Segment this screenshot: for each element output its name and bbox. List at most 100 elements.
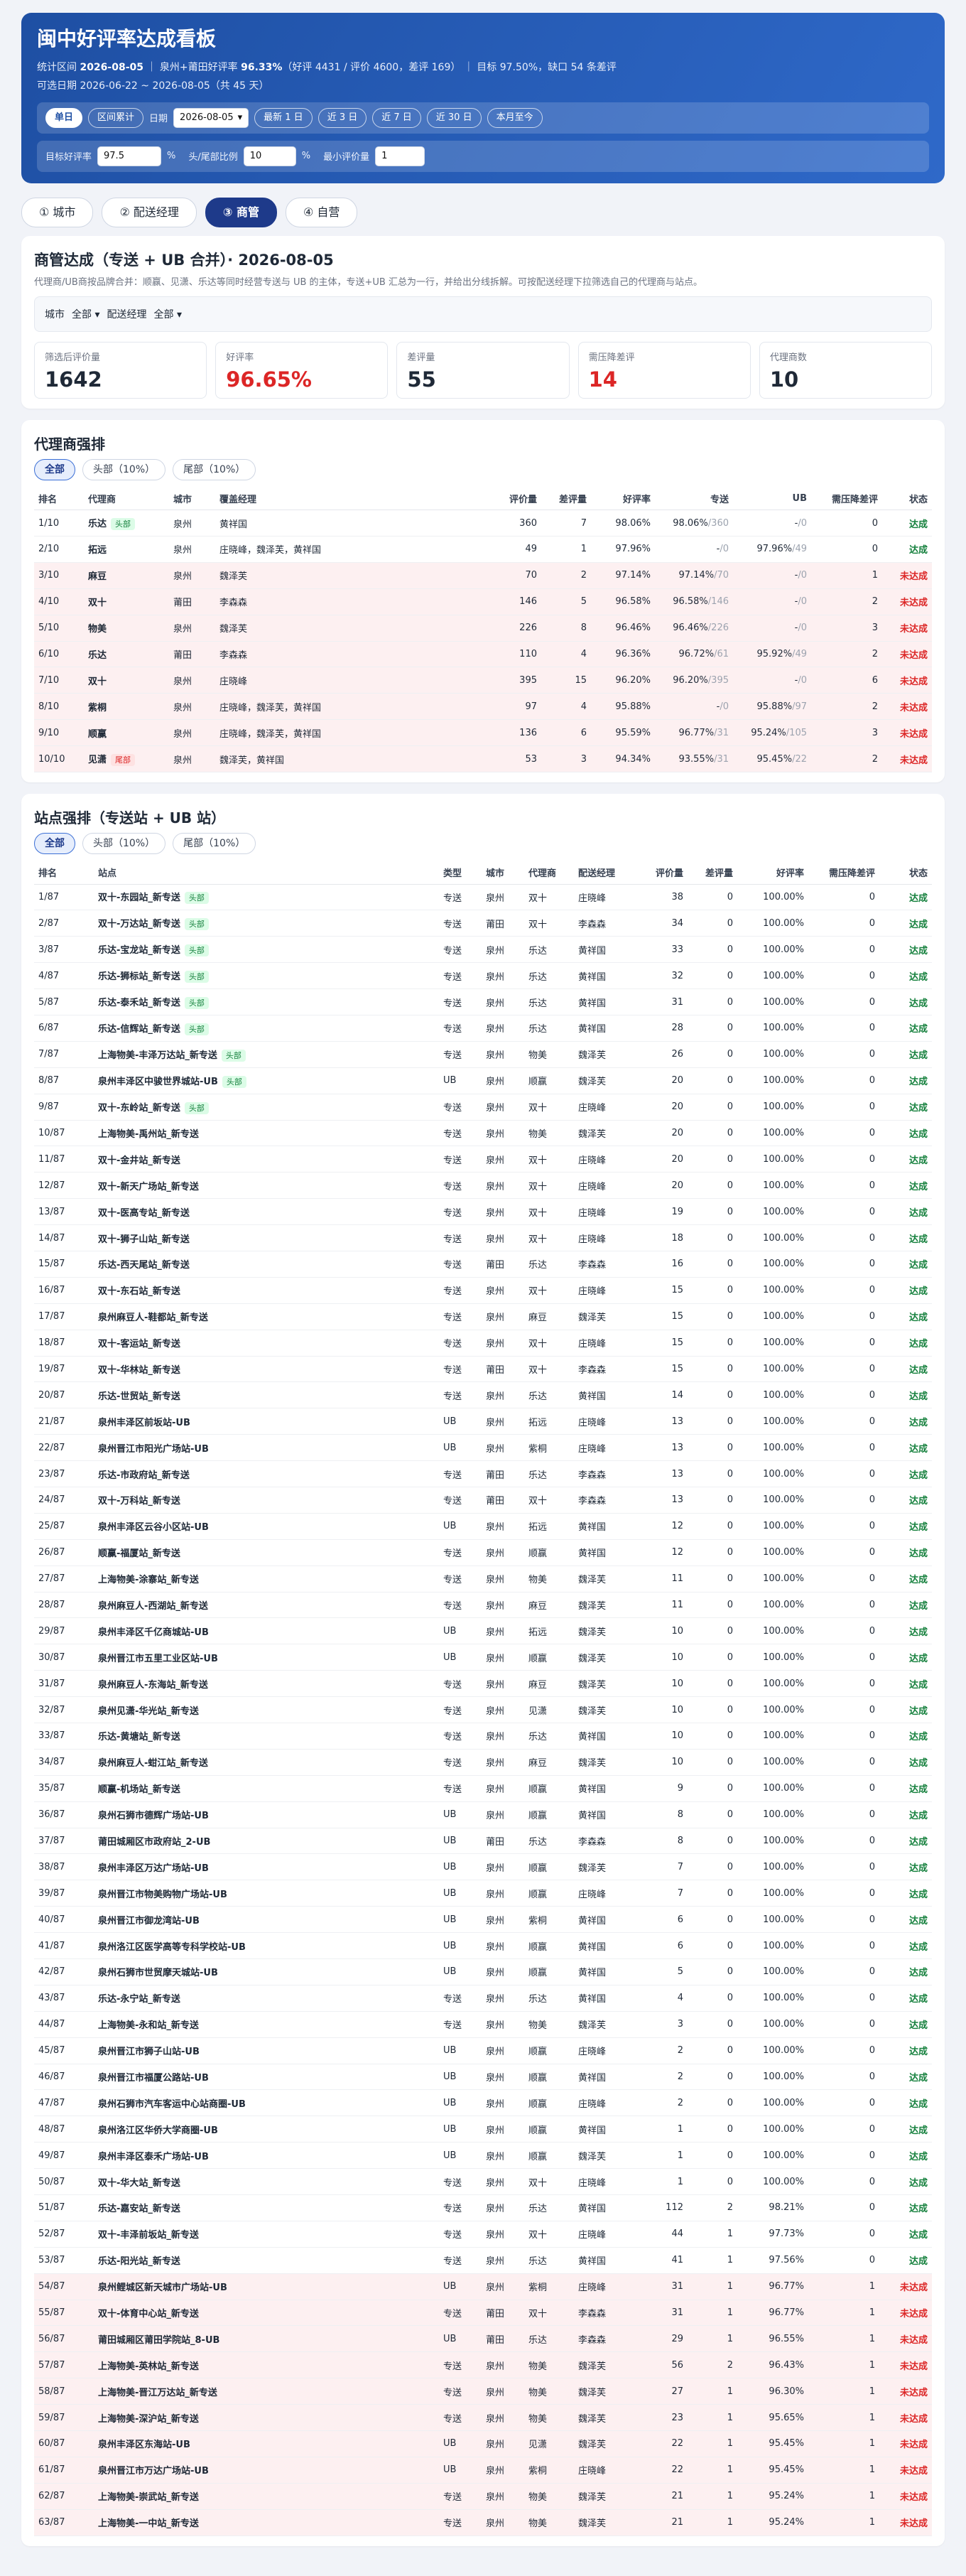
- tab-delivery-manager[interactable]: ② 配送经理: [102, 197, 197, 227]
- table-row[interactable]: 47/87 泉州石狮市汽车客运中心站商圈-UB UB 泉州 顺赢 庄晓峰 2 0 100.00%…: [34, 2089, 932, 2117]
- col-agent[interactable]: 代理商: [84, 487, 169, 511]
- table-row[interactable]: 58/87 上海物美-晋江万达站_新专送 专送 泉州 物美 魏泽芙 27 1 96.30% 1 未达…: [34, 2378, 932, 2405]
- table-row[interactable]: 45/87 泉州晋江市狮子山站-UB UB 泉州 顺赢 庄晓峰 2 0 100.00% 0 达成: [34, 2037, 932, 2064]
- table-row[interactable]: 43/87 乐达-永宁站_新专送 专送 泉州 乐达 黄祥国 4 0 100.00% 0 达成: [34, 1985, 932, 2012]
- table-row[interactable]: 28/87 泉州麻豆人-西湖站_新专送 专送 泉州 麻豆 魏泽芙 11 0 100.00% 0 达成: [34, 1592, 932, 1619]
- quick-3-days-button[interactable]: 近 3 日: [318, 107, 367, 128]
- table-row[interactable]: 26/87 顺赢-福厦站_新专送 专送 泉州 顺赢 黄祥国 12 0 100.00% 0 达成: [34, 1539, 932, 1566]
- table-row[interactable]: 4/87 乐达-狮标站_新专送 头部 专送 泉州 乐达 黄祥国 32 0 100.00% 0 达成: [34, 962, 932, 990]
- table-row[interactable]: 7/10 双十 泉州 庄晓峰 395 15 96.20% 96.20%/395 -/0 6 未达成: [34, 667, 932, 694]
- table-row[interactable]: 44/87 上海物美-永和站_新专送 专送 泉州 物美 魏泽芙 3 0 100.00% 0 达成: [34, 2011, 932, 2038]
- table-row[interactable]: 33/87 乐达-黄塘站_新专送 专送 泉州 乐达 黄祥国 10 0 100.00% 0 达成: [34, 1723, 932, 1750]
- table-row[interactable]: 46/87 泉州晋江市福厦公路站-UB UB 泉州 顺赢 黄祥国 2 0 100.00% 0 达成: [34, 2064, 932, 2091]
- table-row[interactable]: 6/10 乐达 莆田 李森森 110 4 96.36% 96.72%/61 95.92%/49 2…: [34, 641, 932, 668]
- table-row[interactable]: 29/87 泉州丰泽区千亿商城站-UB UB 泉州 拓远 魏泽芙 10 0 100.00% 0 达成: [34, 1617, 932, 1645]
- mode-single-button[interactable]: 单日: [45, 107, 83, 128]
- table-row[interactable]: 2/87 双十-万达站_新专送 头部 专送 莆田 双十 李森森 34 0 100.00% 0 达成: [34, 910, 932, 937]
- table-row[interactable]: 8/87 泉州丰泽区中骏世界城站-UB 头部 UB 泉州 顺赢 魏泽芙 20 0 100.00% 0…: [34, 1067, 932, 1094]
- col-bad[interactable]: 差评量: [688, 861, 737, 885]
- col-ub[interactable]: UB: [733, 487, 811, 511]
- table-row[interactable]: 62/87 上海物美-崇武站_新专送 专送 泉州 物美 魏泽芙 21 1 95.24% 1 未达成: [34, 2483, 932, 2510]
- table-row[interactable]: 3/87 乐达-宝龙站_新专送 头部 专送 泉州 乐达 黄祥国 33 0 100.00% 0 达成: [34, 936, 932, 964]
- col-reviews[interactable]: 评价量: [638, 861, 688, 885]
- city-select[interactable]: 全部 ▾: [72, 307, 99, 321]
- table-row[interactable]: 39/87 泉州晋江市物美购物广场站-UB UB 泉州 顺赢 庄晓峰 7 0 100.00% 0 达…: [34, 1880, 932, 1907]
- table-row[interactable]: 22/87 泉州晋江市阳光广场站-UB UB 泉州 紫桐 庄晓峰 13 0 100.00% 0 达成: [34, 1434, 932, 1462]
- table-row[interactable]: 20/87 乐达-世贸站_新专送 专送 泉州 乐达 黄祥国 14 0 100.00% 0 达成: [34, 1381, 932, 1409]
- table-row[interactable]: 9/87 双十-东岭站_新专送 头部 专送 泉州 双十 庄晓峰 20 0 100.00% 0 达成: [34, 1094, 932, 1121]
- col-type[interactable]: 类型: [439, 861, 482, 885]
- table-row[interactable]: 2/10 拓远 泉州 庄晓峰，魏泽芙，黄祥国 49 1 97.96% -/0 97.96%/49…: [34, 536, 932, 563]
- table-row[interactable]: 10/87 上海物美-禹州站_新专送 专送 泉州 物美 魏泽芙 20 0 100.00% 0 达成: [34, 1120, 932, 1147]
- table-row[interactable]: 4/10 双十 莆田 李森森 146 5 96.58% 96.58%/146 -/0 2 未达成: [34, 588, 932, 615]
- table-row[interactable]: 21/87 泉州丰泽区前坂站-UB UB 泉州 拓远 庄晓峰 13 0 100.00% 0 达成: [34, 1408, 932, 1435]
- table-row[interactable]: 36/87 泉州石狮市德辉广场站-UB UB 泉州 顺赢 黄祥国 8 0 100.00% 0 达成: [34, 1801, 932, 1828]
- table-row[interactable]: 51/87 乐达-嘉安站_新专送 专送 泉州 乐达 黄祥国 112 2 98.21% 0 达成: [34, 2194, 932, 2221]
- col-agent[interactable]: 代理商: [524, 861, 574, 885]
- table-row[interactable]: 52/87 双十-丰泽前坂站_新专送 专送 泉州 双十 庄晓峰 44 1 97.73% 0 达成: [34, 2221, 932, 2248]
- table-row[interactable]: 16/87 双十-东石站_新专送 专送 泉州 双十 庄晓峰 15 0 100.00% 0 达成: [34, 1277, 932, 1304]
- agent-seg-top[interactable]: 头部（10%）: [82, 458, 166, 480]
- col-status[interactable]: 状态: [879, 861, 932, 885]
- table-row[interactable]: 41/87 泉州洛江区医学高等专科学校站-UB UB 泉州 顺赢 黄祥国 6 0 100.00%…: [34, 1932, 932, 1960]
- col-rank[interactable]: 排名: [34, 487, 84, 511]
- tab-city[interactable]: ① 城市: [21, 197, 94, 227]
- table-row[interactable]: 35/87 顺赢-机场站_新专送 专送 泉州 顺赢 黄祥国 9 0 100.00% 0 达成: [34, 1775, 932, 1802]
- table-row[interactable]: 57/87 上海物美-英林站_新专送 专送 泉州 物美 魏泽芙 56 2 96.43% 1 未达成: [34, 2351, 932, 2379]
- quick-latest-1-button[interactable]: 最新 1 日: [254, 107, 313, 128]
- table-row[interactable]: 14/87 双十-狮子山站_新专送 专送 泉州 双十 庄晓峰 18 0 100.00% 0 达成: [34, 1224, 932, 1251]
- col-rank[interactable]: 排名: [34, 861, 94, 885]
- quick-month-to-date-button[interactable]: 本月至今: [487, 107, 543, 128]
- ratio-input[interactable]: 10: [243, 146, 296, 166]
- col-station[interactable]: 站点: [94, 861, 439, 885]
- table-row[interactable]: 5/87 乐达-泰禾站_新专送 头部 专送 泉州 乐达 黄祥国 31 0 100.00% 0 达成: [34, 988, 932, 1015]
- quick-30-days-button[interactable]: 近 30 日: [426, 107, 482, 128]
- col-city[interactable]: 城市: [169, 487, 215, 511]
- agent-seg-tail[interactable]: 尾部（10%）: [173, 458, 256, 480]
- table-row[interactable]: 54/87 泉州鲤城区新天城市广场站-UB UB 泉州 紫桐 庄晓峰 31 1 96.77% 1 未…: [34, 2273, 932, 2300]
- col-zhuansong[interactable]: 专送: [655, 487, 733, 511]
- table-row[interactable]: 17/87 泉州麻豆人-鞋都站_新专送 专送 泉州 麻豆 魏泽芙 15 0 100.00% 0 达成: [34, 1303, 932, 1330]
- table-row[interactable]: 6/87 乐达-信辉站_新专送 头部 专送 泉州 乐达 黄祥国 28 0 100.00% 0 达成: [34, 1015, 932, 1042]
- table-row[interactable]: 55/87 双十-体育中心站_新专送 专送 莆田 双十 李森森 31 1 96.77% 1 未达成: [34, 2300, 932, 2327]
- quick-7-days-button[interactable]: 近 7 日: [372, 107, 421, 128]
- col-reduce[interactable]: 需压降差评: [811, 487, 882, 511]
- table-row[interactable]: 53/87 乐达-阳光站_新专送 专送 泉州 乐达 黄祥国 41 1 97.56% 0 达成: [34, 2247, 932, 2274]
- table-row[interactable]: 63/87 上海物美-一中站_新专送 专送 泉州 物美 魏泽芙 21 1 95.24% 1 未达成: [34, 2509, 932, 2536]
- table-row[interactable]: 30/87 泉州晋江市五里工业区站-UB UB 泉州 顺赢 魏泽芙 10 0 100.00% 0 达…: [34, 1644, 932, 1671]
- table-row[interactable]: 27/87 上海物美-涂寨站_新专送 专送 泉州 物美 魏泽芙 11 0 100.00% 0 达成: [34, 1565, 932, 1593]
- table-row[interactable]: 34/87 泉州麻豆人-蚶江站_新专送 专送 泉州 麻豆 魏泽芙 10 0 100.00% 0 达成: [34, 1749, 932, 1776]
- table-row[interactable]: 37/87 莆田城厢区市政府站_2-UB UB 莆田 乐达 李森森 8 0 100.00% 0 达成: [34, 1828, 932, 1855]
- col-status[interactable]: 状态: [882, 487, 932, 511]
- col-bad[interactable]: 差评量: [541, 487, 591, 511]
- table-row[interactable]: 7/87 上海物美-丰泽万达站_新专送 头部 专送 泉州 物美 魏泽芙 26 0 100.00% 0…: [34, 1041, 932, 1068]
- col-reviews[interactable]: 评价量: [492, 487, 541, 511]
- col-city[interactable]: 城市: [482, 861, 524, 885]
- table-row[interactable]: 9/10 顺赢 泉州 庄晓峰，魏泽芙，黄祥国 136 6 95.59% 96.77%/31 95…: [34, 719, 932, 747]
- table-row[interactable]: 59/87 上海物美-深沪站_新专送 专送 泉州 物美 魏泽芙 23 1 95.65% 1 未达成: [34, 2404, 932, 2432]
- table-row[interactable]: 13/87 双十-医高专站_新专送 专送 泉州 双十 庄晓峰 19 0 100.00% 0 达成: [34, 1198, 932, 1226]
- table-row[interactable]: 48/87 泉州洛江区华侨大学商圈-UB UB 泉州 顺赢 黄祥国 1 0 100.00% 0 达成: [34, 2116, 932, 2143]
- table-row[interactable]: 1/87 双十-东园站_新专送 头部 专送 泉州 双十 庄晓峰 38 0 100.00% 0 达成: [34, 884, 932, 911]
- table-row[interactable]: 61/87 泉州晋江市万达广场站-UB UB 泉州 紫桐 庄晓峰 22 1 95.45% 1 未达成: [34, 2457, 932, 2484]
- table-row[interactable]: 60/87 泉州丰泽区东海站-UB UB 泉州 见潇 魏泽芙 22 1 95.45% 1 未达成: [34, 2430, 932, 2457]
- table-row[interactable]: 50/87 双十-华大站_新专送 专送 泉州 双十 庄晓峰 1 0 100.00% 0 达成: [34, 2168, 932, 2196]
- table-row[interactable]: 5/10 物美 泉州 魏泽芙 226 8 96.46% 96.46%/226 -/0 3 未达成: [34, 615, 932, 642]
- date-select[interactable]: 2026-08-05 ▾: [173, 107, 249, 128]
- table-row[interactable]: 38/87 泉州丰泽区万达广场站-UB UB 泉州 顺赢 魏泽芙 7 0 100.00% 0 达成: [34, 1853, 932, 1881]
- table-row[interactable]: 19/87 双十-华林站_新专送 专送 莆田 双十 李森森 15 0 100.00% 0 达成: [34, 1356, 932, 1383]
- table-row[interactable]: 24/87 双十-万科站_新专送 专送 莆田 双十 李森森 13 0 100.00% 0 达成: [34, 1487, 932, 1514]
- table-row[interactable]: 8/10 紫桐 泉州 庄晓峰，魏泽芙，黄祥国 97 4 95.88% -/0 95.88%/97…: [34, 693, 932, 721]
- table-row[interactable]: 40/87 泉州晋江市御龙湾站-UB UB 泉州 紫桐 黄祥国 6 0 100.00% 0 达成: [34, 1906, 932, 1934]
- manager-select[interactable]: 全部 ▾: [153, 307, 181, 321]
- station-seg-top[interactable]: 头部（10%）: [82, 833, 166, 854]
- table-row[interactable]: 1/10 乐达 头部 泉州 黄祥国 360 7 98.06% 98.06%/360 -/0 0 达成: [34, 510, 932, 537]
- table-row[interactable]: 31/87 泉州麻豆人-东海站_新专送 专送 泉州 麻豆 魏泽芙 10 0 100.00% 0 达成: [34, 1670, 932, 1698]
- table-row[interactable]: 11/87 双十-金井站_新专送 专送 泉州 双十 庄晓峰 20 0 100.00% 0 达成: [34, 1146, 932, 1173]
- tab-self-operated[interactable]: ④ 自营: [286, 197, 358, 227]
- agent-seg-all[interactable]: 全部: [34, 458, 75, 480]
- table-row[interactable]: 12/87 双十-新天广场站_新专送 专送 泉州 双十 庄晓峰 20 0 100.00% 0 达成: [34, 1172, 932, 1200]
- table-row[interactable]: 32/87 泉州见潇-华光站_新专送 专送 泉州 见潇 魏泽芙 10 0 100.00% 0 达成: [34, 1696, 932, 1723]
- col-manager[interactable]: 覆盖经理: [215, 487, 492, 511]
- tab-business-mgmt[interactable]: ③ 商管: [205, 197, 277, 227]
